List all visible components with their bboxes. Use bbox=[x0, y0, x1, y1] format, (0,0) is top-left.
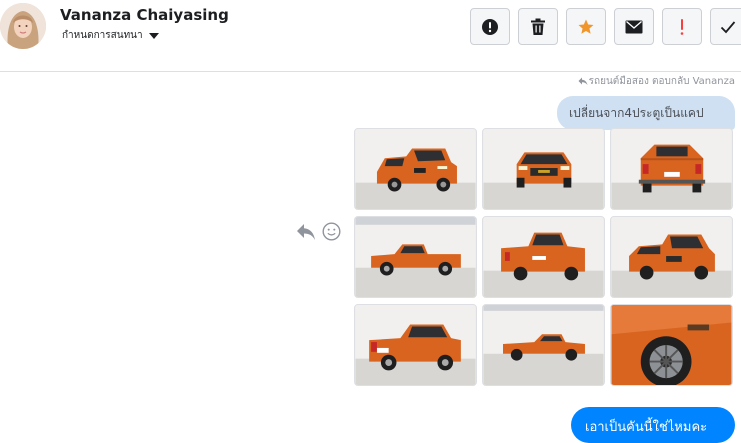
truck-photo-1[interactable] bbox=[354, 128, 477, 210]
mail-button[interactable] bbox=[614, 8, 654, 45]
alert-button[interactable] bbox=[470, 8, 510, 45]
conversation-settings-dropdown[interactable]: กำหนดการสนทนา bbox=[62, 28, 159, 43]
reply-arrow-icon bbox=[578, 77, 588, 86]
truck-photo-4[interactable] bbox=[354, 216, 477, 298]
truck-photo-2[interactable] bbox=[482, 128, 605, 210]
trash-icon bbox=[531, 18, 545, 35]
truck-photo-9[interactable] bbox=[610, 304, 733, 386]
exclamation-circle-icon bbox=[482, 18, 498, 35]
photo-attachment-grid bbox=[354, 128, 734, 387]
reply-icon[interactable] bbox=[296, 223, 316, 241]
exclamation-icon bbox=[680, 18, 684, 35]
outgoing-message: เอาเป็นคันนี้ใช่ไหมคะ bbox=[571, 407, 735, 443]
contact-name[interactable]: Vananza Chaiyasing bbox=[60, 6, 229, 24]
spam-button[interactable] bbox=[662, 8, 702, 45]
truck-photo-5[interactable] bbox=[482, 216, 605, 298]
truck-photo-3[interactable] bbox=[610, 128, 733, 210]
star-icon bbox=[578, 19, 594, 34]
check-icon bbox=[720, 20, 736, 33]
envelope-icon bbox=[625, 20, 643, 33]
done-button[interactable] bbox=[710, 8, 741, 45]
truck-photo-6[interactable] bbox=[610, 216, 733, 298]
emoji-reaction-icon[interactable] bbox=[322, 222, 341, 241]
avatar[interactable] bbox=[0, 3, 46, 49]
conversation-settings-label: กำหนดการสนทนา bbox=[62, 30, 143, 41]
star-button[interactable] bbox=[566, 8, 606, 45]
reply-context: รถยนต์มือสอง ตอบกลับ Vananza bbox=[578, 74, 735, 89]
truck-photo-8[interactable] bbox=[482, 304, 605, 386]
delete-button[interactable] bbox=[518, 8, 558, 45]
conversation-header: Vananza Chaiyasing กำหนดการสนทนา bbox=[0, 0, 741, 72]
message-actions bbox=[296, 222, 341, 241]
quoted-message: เปลี่ยนจาก4ประตูเป็นแคป bbox=[557, 96, 735, 130]
chevron-down-icon bbox=[148, 32, 159, 39]
reply-context-text: รถยนต์มือสอง ตอบกลับ Vananza bbox=[588, 76, 735, 87]
truck-photo-7[interactable] bbox=[354, 304, 477, 386]
